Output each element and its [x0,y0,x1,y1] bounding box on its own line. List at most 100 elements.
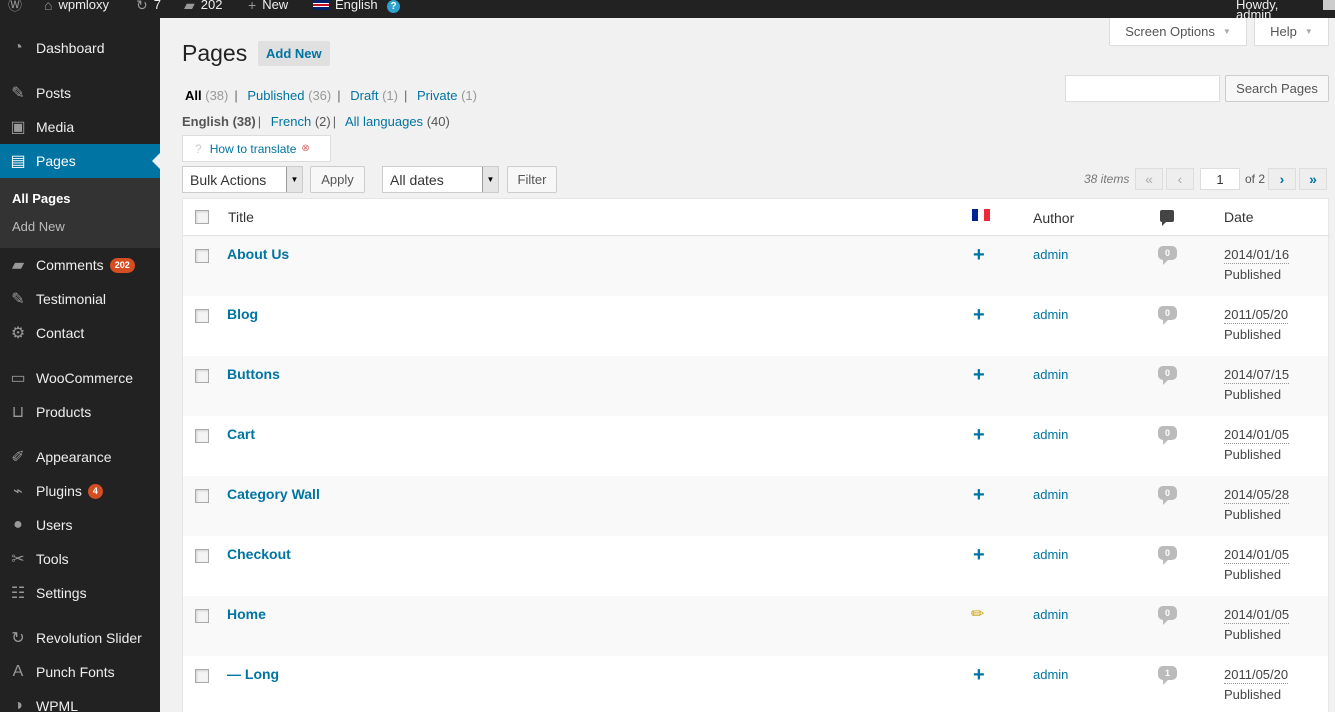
row-checkbox[interactable] [195,609,209,623]
author-link[interactable]: admin [1033,247,1068,262]
filter-all[interactable]: All [185,88,202,103]
add-translation-icon[interactable]: + [973,365,985,385]
author-link[interactable]: admin [1033,307,1068,322]
comment-count-bubble[interactable]: 1 [1158,666,1177,685]
column-title[interactable]: Title [228,209,254,225]
column-date[interactable]: Date [1224,209,1254,225]
menu-item-wpml[interactable]: ◑ WPML [0,689,160,712]
close-icon[interactable]: ⊗ [301,143,309,154]
add-translation-icon[interactable]: + [973,485,985,505]
menu-item-media[interactable]: ▣ Media [0,110,160,144]
edit-translation-pencil-icon[interactable]: ✏ [971,605,984,625]
comment-count-bubble[interactable]: 0 [1158,306,1177,325]
search-input[interactable] [1065,75,1220,102]
row-checkbox[interactable] [195,309,209,323]
menu-item-tools[interactable]: ✂ Tools [0,542,160,576]
plug-icon: ⌁ [13,483,23,500]
page-title-link[interactable]: Cart [227,426,255,442]
filter-published[interactable]: Published [247,88,304,103]
submenu-all-pages[interactable]: All Pages [12,191,71,206]
menu-item-revolution-slider[interactable]: ↻ Revolution Slider [0,621,160,655]
author-link[interactable]: admin [1033,667,1068,682]
menu-item-products[interactable]: ⊔ Products [0,395,160,429]
add-translation-icon[interactable]: + [973,305,985,325]
comments-column-icon[interactable] [1160,210,1174,226]
row-checkbox[interactable] [195,249,209,263]
author-link[interactable]: admin [1033,367,1068,382]
lang-filter-english[interactable]: English [182,114,229,129]
add-translation-icon[interactable]: + [973,545,985,565]
author-link[interactable]: admin [1033,547,1068,562]
comment-count-bubble[interactable]: 0 [1158,486,1177,505]
author-link[interactable]: admin [1033,487,1068,502]
author-link[interactable]: admin [1033,427,1068,442]
add-translation-icon[interactable]: + [973,665,985,685]
language-switcher[interactable]: English [313,0,378,18]
menu-item-settings[interactable]: ☷ Settings [0,576,160,610]
menu-item-punch-fonts[interactable]: A Punch Fonts [0,655,160,689]
page-title-link[interactable]: Checkout [227,546,291,562]
filter-draft[interactable]: Draft [350,88,378,103]
lang-filter-french[interactable]: French [271,114,311,129]
comment-count-bubble[interactable]: 0 [1158,546,1177,565]
site-name-link[interactable]: ⌂ wpmloxy [44,0,109,18]
new-content-link[interactable]: + New [248,0,288,18]
submenu-add-new[interactable]: Add New [12,219,65,234]
current-page-input[interactable]: 1 [1200,168,1240,190]
menu-item-dashboard[interactable]: ◔ Dashboard [0,31,160,65]
help-tab[interactable]: Help ▼ [1254,18,1329,46]
screen-options-tab[interactable]: Screen Options ▼ [1109,18,1247,46]
how-to-translate-link[interactable]: ? How to translate ⊗ [182,135,331,162]
menu-item-woocommerce[interactable]: ▭ WooCommerce [0,361,160,395]
menu-item-testimonial[interactable]: ✎ Testimonial [0,282,160,316]
row-checkbox[interactable] [195,429,209,443]
apply-button[interactable]: Apply [310,166,365,193]
author-link[interactable]: admin [1033,607,1068,622]
search-pages-button[interactable]: Search Pages [1225,75,1329,102]
sliders-icon: ☷ [10,585,26,602]
menu-item-users[interactable]: ● Users [0,508,160,542]
menu-item-pages[interactable]: ▤ Pages [0,144,160,178]
page-title-link[interactable]: — Long [227,666,279,682]
page-date: 2014/01/05 [1224,547,1290,564]
lang-filter-all[interactable]: All languages [345,114,423,129]
row-checkbox[interactable] [195,669,209,683]
add-translation-icon[interactable]: + [973,245,985,265]
bulk-actions-select[interactable]: Bulk Actions ▼ [182,166,303,193]
page-date: 2014/01/16 [1224,247,1290,264]
row-checkbox[interactable] [195,369,209,383]
help-icon[interactable]: ? [387,0,400,18]
dates-select[interactable]: All dates ▼ [382,166,499,193]
add-new-page-button[interactable]: Add New [258,41,330,66]
main-content: Screen Options ▼ Help ▼ Pages Add New All … [160,18,1335,712]
page-title-link[interactable]: Blog [227,306,258,322]
menu-item-posts[interactable]: ✎ Posts [0,76,160,110]
filter-private[interactable]: Private [417,88,457,103]
menu-item-comments[interactable]: ▰ Comments 202 [0,248,160,282]
select-all-checkbox[interactable] [195,210,209,224]
comments-link[interactable]: ▰ 202 [184,0,222,18]
menu-item-appearance[interactable]: ✐ Appearance [0,440,160,474]
row-checkbox[interactable] [195,549,209,563]
first-page-button[interactable]: « [1135,168,1163,190]
menu-item-contact[interactable]: ⚙ Contact [0,316,160,350]
add-translation-icon[interactable]: + [973,425,985,445]
prev-page-button[interactable]: ‹ [1166,168,1194,190]
comment-count-bubble[interactable]: 0 [1158,426,1177,445]
row-checkbox[interactable] [195,489,209,503]
wordpress-logo-icon[interactable]: Ⓦ [8,0,28,18]
next-page-button[interactable]: › [1268,168,1296,190]
page-title-link[interactable]: Category Wall [227,486,320,502]
filter-button[interactable]: Filter [507,166,557,193]
page-title-link[interactable]: Home [227,606,266,622]
refresh-icon: ↻ [11,630,25,647]
comment-count-bubble[interactable]: 0 [1158,366,1177,385]
page-title-link[interactable]: About Us [227,246,289,262]
menu-item-plugins[interactable]: ⌁ Plugins 4 [0,474,160,508]
page-title-link[interactable]: Buttons [227,366,280,382]
last-page-button[interactable]: » [1299,168,1327,190]
comment-count-bubble[interactable]: 0 [1158,606,1177,625]
comment-count-bubble[interactable]: 0 [1158,246,1177,265]
updates-link[interactable]: ↻ 7 [136,0,161,18]
account-link[interactable]: Howdy, admin [1236,0,1335,21]
